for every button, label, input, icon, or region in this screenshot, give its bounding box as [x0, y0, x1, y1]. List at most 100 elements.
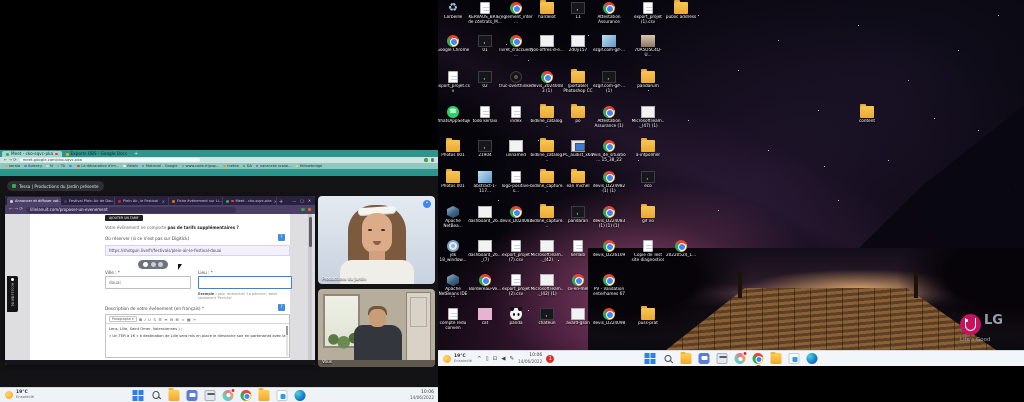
- taskbar-app-edge[interactable]: [295, 390, 306, 401]
- cast-icon[interactable]: ⊡: [493, 356, 498, 362]
- window-controls[interactable]: — ▢ ✕: [288, 196, 315, 205]
- desktop-icon[interactable]: logo-positive-s...: [499, 171, 533, 194]
- desktop-icon[interactable]: Attestation Assurance: [592, 2, 626, 25]
- desktop-icon[interactable]: MicrosoftTeam..._(42): [530, 240, 564, 263]
- editor-format-button[interactable]: ▦: [187, 315, 191, 324]
- taskbar-app-explorer[interactable]: [169, 390, 180, 401]
- editor-format-button[interactable]: ⊞: [176, 315, 179, 324]
- bookmark-item[interactable]: Solency: [24, 164, 42, 168]
- editor-format-button[interactable]: ✂: [193, 315, 196, 324]
- bookmark-item[interactable]: N: [46, 164, 53, 168]
- desktop-icon[interactable]: gif vo: [631, 206, 665, 224]
- desktop-icon[interactable]: Photos 001: [438, 140, 470, 158]
- editor-scrollbar[interactable]: [286, 326, 288, 356]
- self-video-tile[interactable]: Vous: [318, 289, 435, 367]
- bookmark-item[interactable]: DA: [243, 164, 252, 168]
- desktop-icon[interactable]: ☎WhatsAppSetup: [438, 106, 470, 124]
- lieu-input[interactable]: [198, 276, 292, 289]
- minimize-button[interactable]: —: [292, 196, 296, 205]
- bookmark-item[interactable]: Relais: [123, 164, 138, 168]
- maximize-button[interactable]: ▢: [300, 196, 304, 205]
- taskbar-app-calc[interactable]: [717, 353, 728, 364]
- taskbar-app-start[interactable]: [645, 353, 656, 364]
- taskbar-app-photos[interactable]: [735, 353, 746, 364]
- taskbar-app-chrome[interactable]: [753, 353, 764, 364]
- desktop-icon[interactable]: a-intpolmer: [631, 140, 665, 158]
- chevron-up-icon[interactable]: ^: [477, 356, 482, 362]
- desktop-icon[interactable]: Google Chrome: [438, 35, 470, 53]
- desktop-icon[interactable]: export_projet (7).csv: [499, 240, 533, 263]
- taskbar-app-photos[interactable]: [223, 390, 234, 401]
- desktop-icon[interactable]: public address: [664, 2, 698, 20]
- desktop-icon[interactable]: Copie de Test site diagnostics: [631, 240, 665, 263]
- desktop-icon[interactable]: Apache NetBea...: [438, 206, 470, 229]
- desktop-icon[interactable]: export_projet (1).csv: [631, 2, 665, 25]
- mic-icon[interactable]: ▯: [486, 356, 489, 362]
- desktop-icon[interactable]: cat: [468, 308, 502, 326]
- close-tab-icon[interactable]: ×: [162, 199, 165, 204]
- taskbar-app-folder[interactable]: [259, 390, 270, 401]
- desktop-icon[interactable]: 70A5O5C4Q-U...: [631, 35, 665, 58]
- desktop-icon[interactable]: unnamed: [499, 140, 533, 158]
- desktop-icon[interactable]: Bordereau-Ve...: [468, 274, 502, 292]
- editor-format-button[interactable]: B: [139, 315, 142, 324]
- desktop-icon[interactable]: ▖01: [468, 35, 502, 53]
- menu-icon[interactable]: [431, 158, 435, 162]
- weather-widget[interactable]: 19°C Ensoleillé: [0, 390, 39, 400]
- desktop-icon[interactable]: abstract-1-117...: [468, 171, 502, 194]
- desktop-icon[interactable]: ▖02: [468, 71, 502, 89]
- taskbar-app-store[interactable]: [789, 353, 800, 364]
- desktop-icon[interactable]: devis_D224083 (1) (1) (1): [592, 206, 626, 229]
- editor-format-button[interactable]: S: [153, 315, 155, 324]
- paragraph-select[interactable]: Paragraphe ▾: [109, 316, 137, 322]
- desktop-icon[interactable]: devis_D224098: [592, 308, 626, 326]
- desktop-icon[interactable]: cv-en-mel: [561, 274, 595, 292]
- desktop-icon[interactable]: reglement_inter...: [499, 2, 533, 25]
- browser-tab[interactable]: Plein Air, le Festival×: [115, 197, 169, 205]
- taskbar-app-chat[interactable]: [699, 353, 710, 364]
- nav-buttons[interactable]: ← → ⟳: [9, 207, 23, 213]
- taskbar-app-chat[interactable]: [187, 390, 198, 401]
- desktop-icon[interactable]: content: [850, 106, 884, 124]
- desktop-icon[interactable]: ▖21904: [468, 140, 502, 158]
- desktop-icon[interactable]: 2d0y157: [561, 35, 595, 53]
- meet-floating-controls[interactable]: [138, 260, 168, 269]
- avatar[interactable]: [424, 158, 428, 162]
- desktop-icon[interactable]: ▖eco: [631, 171, 665, 189]
- desktop-icon[interactable]: Photos 001: [438, 171, 470, 189]
- bookmark-item[interactable]: meteo: [223, 164, 239, 168]
- desktop-icon[interactable]: PV - Validation enterhames 67: [592, 274, 626, 297]
- desktop-icon[interactable]: Avis_de_situatio... 15_38_22: [592, 140, 626, 163]
- bookmark-item[interactable]: Th: [57, 164, 65, 168]
- close-tab-icon[interactable]: ×: [274, 199, 277, 204]
- bookmark-item[interactable]: La déclaration d'im...: [77, 164, 119, 168]
- desktop-icon[interactable]: export_projet (2).csv: [499, 274, 533, 297]
- desktop-icon[interactable]: ezgif.com-gif-...: [592, 35, 626, 53]
- desktop-icon[interactable]: ▖pandaran: [561, 206, 595, 224]
- taskbar-app-chrome[interactable]: [241, 390, 252, 401]
- desktop-icon[interactable]: ♻Corbeille: [438, 2, 470, 20]
- editor-format-button[interactable]: I: [145, 315, 146, 324]
- editor-format-button[interactable]: ⊟: [170, 315, 173, 324]
- weather-widget[interactable]: 19°C Ensoleillé: [438, 354, 477, 364]
- desktop-icon[interactable]: truc-overthinker: [499, 71, 533, 89]
- desktop-icon[interactable]: ▖chateun: [530, 308, 564, 326]
- taskbar-clock[interactable]: 10:06 14/06/2022: [410, 390, 438, 400]
- desktop-icon[interactable]: (portable) Photoshop CC ...: [561, 71, 595, 94]
- desktop-icon[interactable]: KERVAUS_BRIE_ de contrats_M...: [468, 2, 502, 25]
- desktop-icon[interactable]: devis_D024083: [499, 206, 533, 224]
- desktop-icon[interactable]: dashboard_26..._(7): [468, 240, 502, 263]
- desktop-icon[interactable]: 20220524_1...: [664, 240, 698, 258]
- help-icon[interactable]: ?: [278, 234, 285, 241]
- desktop-icon[interactable]: livret_d'accueil_...: [499, 35, 533, 58]
- taskbar-app-explorer[interactable]: [681, 353, 692, 364]
- desktop-icon[interactable]: Apache NetBeans IDE 13: [438, 274, 470, 297]
- desktop-icon[interactable]: panda: [499, 308, 533, 326]
- menu-icon[interactable]: [308, 208, 312, 212]
- system-tray[interactable]: ^▯⊡◀✎: [477, 356, 518, 362]
- volume-icon[interactable]: ◀: [501, 356, 505, 362]
- desktop-icon[interactable]: bidline_capture...: [530, 171, 564, 194]
- desktop-icon[interactable]: ean michel: [561, 171, 595, 189]
- editor-content[interactable]: Lens, Lille, Saint Omer, Valenciennes ) …: [106, 324, 289, 341]
- close-button[interactable]: ✕: [308, 196, 311, 205]
